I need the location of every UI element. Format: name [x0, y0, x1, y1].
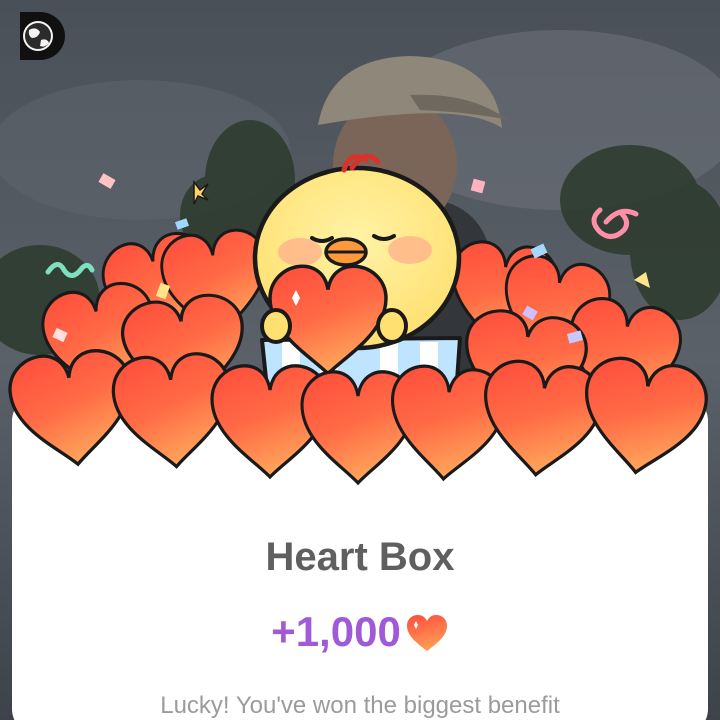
heart-icon [478, 358, 605, 481]
heart-icon [576, 354, 710, 481]
reward-title: Heart Box [265, 535, 455, 579]
reward-amount: +1,000 [271, 608, 401, 655]
reward-message: Lucky! You've won the biggest benefit [160, 692, 560, 719]
live-stream-screen: Heart Box +1,000 Lucky! You've won the b… [0, 0, 720, 720]
heart-icon [406, 615, 447, 651]
reward-amount-row: +1,000 [0, 608, 720, 656]
